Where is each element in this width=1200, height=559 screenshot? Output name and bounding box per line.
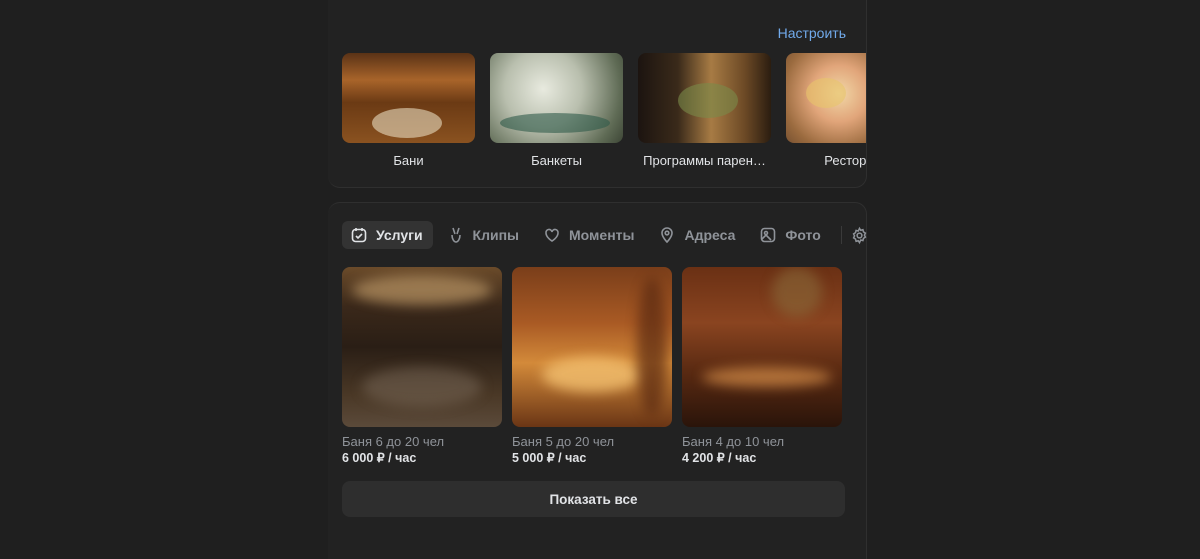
show-all-button[interactable]: Показать все — [342, 481, 845, 517]
service-image — [512, 267, 672, 427]
service-price: 4 200 ₽ / час — [682, 451, 757, 465]
service-price: 6 000 ₽ / час — [342, 451, 417, 465]
category-label: Ресторан — [824, 153, 867, 168]
category-item-steam-programs[interactable]: Программы парен… — [638, 53, 771, 168]
service-item-1[interactable]: Баня 6 до 20 чел 6 000 ₽ / час — [342, 267, 502, 465]
category-label: Программы парен… — [643, 153, 766, 168]
category-image-banquets — [490, 53, 623, 143]
service-item-3[interactable]: Баня 4 до 10 чел 4 200 ₽ / час — [682, 267, 842, 465]
category-carousel: Бани Банкеты Программы парен… Ресторан — [342, 53, 867, 168]
service-image — [342, 267, 502, 427]
service-item-2[interactable]: Баня 5 до 20 чел 5 000 ₽ / час — [512, 267, 672, 465]
gear-icon[interactable] — [850, 225, 870, 245]
category-item-banquets[interactable]: Банкеты — [490, 53, 623, 168]
tab-label: Моменты — [569, 227, 635, 243]
tab-label: Клипы — [472, 227, 520, 243]
category-label: Банкеты — [531, 153, 582, 168]
clip-hand-icon — [450, 227, 461, 243]
service-price: 5 000 ₽ / час — [512, 451, 587, 465]
service-image — [682, 267, 842, 427]
tab-moments[interactable]: Моменты — [535, 221, 644, 249]
tab-addresses[interactable]: Адреса — [650, 221, 745, 249]
moments-icon — [545, 228, 559, 242]
tab-bar: Услуги Клипы Моменты Адреса Фото — [342, 221, 870, 249]
category-image-baths — [342, 53, 475, 143]
services-card: Услуги Клипы Моменты Адреса Фото Баня 6 … — [328, 202, 867, 559]
tab-services[interactable]: Услуги — [342, 221, 433, 249]
service-name: Баня 5 до 20 чел — [512, 434, 615, 449]
categories-card: Настроить Бани Банкеты Программы парен… … — [328, 0, 867, 188]
service-name: Баня 6 до 20 чел — [342, 434, 445, 449]
services-grid: Баня 6 до 20 чел 6 000 ₽ / час Баня 5 до… — [342, 267, 842, 465]
tab-photos[interactable]: Фото — [751, 221, 830, 249]
category-image-restaurant — [786, 53, 866, 143]
location-pin-icon — [661, 227, 674, 244]
tab-label: Адреса — [684, 227, 736, 243]
tab-label: Фото — [785, 227, 821, 243]
configure-link[interactable]: Настроить — [778, 25, 846, 41]
photo-icon — [761, 227, 776, 243]
category-item-baths[interactable]: Бани — [342, 53, 475, 168]
tab-label: Услуги — [376, 227, 423, 243]
check-calendar-icon — [351, 228, 367, 243]
tab-clips[interactable]: Клипы — [439, 221, 529, 249]
category-item-restaurant[interactable]: Ресторан — [786, 53, 867, 168]
service-name: Баня 4 до 10 чел — [682, 434, 785, 449]
category-label: Бани — [393, 153, 424, 168]
tab-divider — [840, 226, 842, 244]
category-image-steam-programs — [638, 53, 771, 143]
